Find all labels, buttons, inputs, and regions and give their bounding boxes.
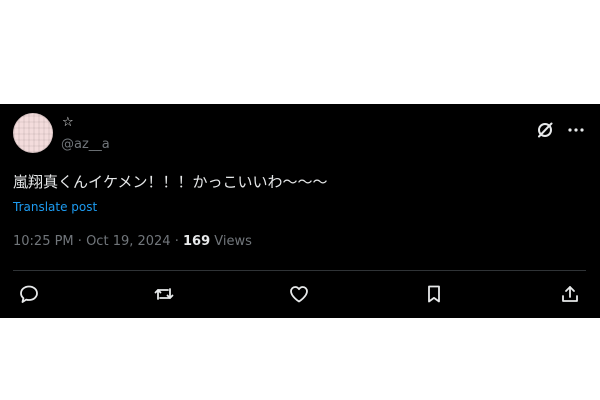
user-handle[interactable]: @az__a bbox=[61, 137, 110, 152]
display-name[interactable]: ☆ bbox=[62, 115, 74, 130]
tweet-text: 嵐翔真くんイケメン！！！かっこいいわ〜〜〜 bbox=[13, 173, 328, 191]
grok-icon[interactable] bbox=[535, 120, 555, 140]
bookmark-icon[interactable] bbox=[423, 283, 445, 305]
translate-post-link[interactable]: Translate post bbox=[13, 200, 97, 214]
like-icon[interactable] bbox=[288, 283, 310, 305]
repost-icon[interactable] bbox=[153, 283, 175, 305]
meta-separator: · bbox=[174, 234, 179, 249]
meta-separator: · bbox=[77, 234, 82, 249]
share-icon[interactable] bbox=[559, 283, 581, 305]
views-count[interactable]: 169 bbox=[183, 234, 210, 249]
avatar[interactable] bbox=[13, 113, 53, 153]
tweet-meta: 10:25 PM · Oct 19, 2024 · 169 Views bbox=[13, 234, 252, 249]
post-date[interactable]: Oct 19, 2024 bbox=[86, 234, 171, 249]
reply-icon[interactable] bbox=[18, 283, 40, 305]
views-label[interactable]: Views bbox=[214, 234, 252, 249]
more-icon[interactable] bbox=[566, 120, 586, 140]
post-time[interactable]: 10:25 PM bbox=[13, 234, 74, 249]
divider bbox=[13, 270, 586, 271]
